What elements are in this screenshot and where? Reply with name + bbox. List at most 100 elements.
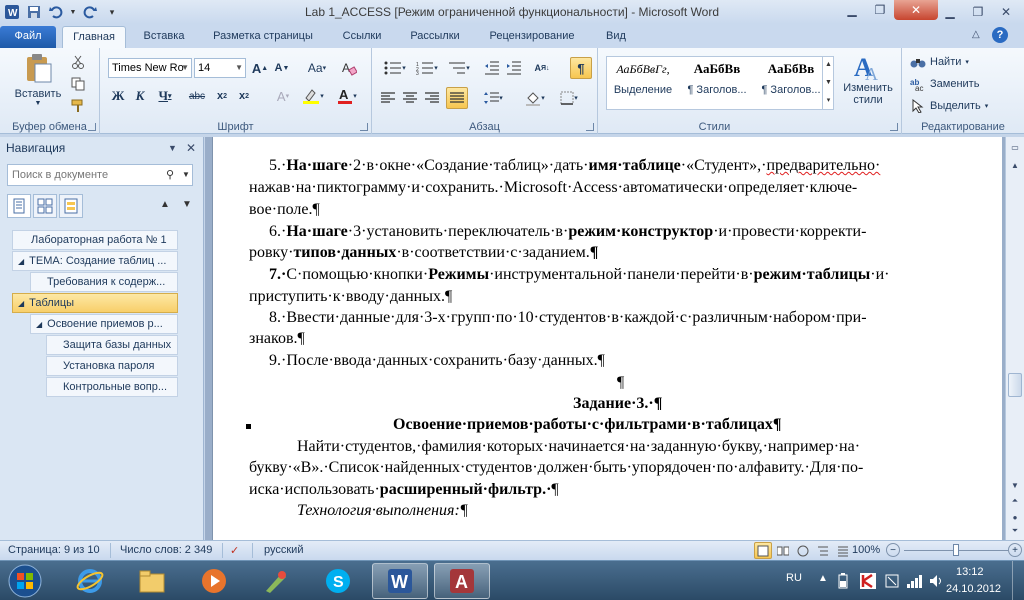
- justify-button[interactable]: [446, 87, 468, 109]
- outline-view-icon[interactable]: [814, 542, 832, 559]
- select-button[interactable]: Выделить ▾: [910, 96, 996, 116]
- minimize-ribbon-icon[interactable]: △: [972, 29, 980, 40]
- doc-close-icon[interactable]: ✕: [992, 2, 1020, 22]
- numbering-button[interactable]: 1 2 3 ▾: [412, 58, 442, 78]
- skype-icon[interactable]: S: [310, 563, 366, 599]
- nav-item-lab1[interactable]: Лабораторная работа № 1: [12, 230, 178, 250]
- ruler-toggle-icon[interactable]: ▭: [1007, 139, 1023, 155]
- minimize-icon[interactable]: ▁: [838, 0, 866, 20]
- tab-home[interactable]: Главная: [62, 26, 126, 48]
- grow-font-button[interactable]: A ▲: [250, 58, 270, 78]
- increase-indent-icon[interactable]: [504, 58, 524, 78]
- paint-app-icon[interactable]: [248, 563, 304, 599]
- save-icon[interactable]: [24, 2, 44, 22]
- align-right-icon[interactable]: [422, 88, 442, 108]
- redo-icon[interactable]: [80, 2, 100, 22]
- style-heading-2[interactable]: АаБбВв ¶ Заголов...: [756, 54, 826, 112]
- customize-qat-icon[interactable]: ▾: [102, 2, 122, 22]
- help-icon[interactable]: ?: [992, 27, 1008, 43]
- text-effects-button[interactable]: A ▾: [270, 86, 296, 106]
- font-launcher-icon[interactable]: [360, 123, 368, 131]
- align-left-icon[interactable]: [378, 88, 398, 108]
- proofing-icon[interactable]: ✓: [230, 544, 239, 557]
- nav-item-questions[interactable]: Контрольные вопр...: [46, 377, 178, 397]
- strikethrough-button[interactable]: abc: [184, 86, 210, 106]
- font-color-button[interactable]: A ▾: [332, 86, 362, 106]
- antivirus-icon[interactable]: [860, 573, 876, 600]
- word-taskbar-icon[interactable]: W: [372, 563, 428, 599]
- zoom-out-icon[interactable]: −: [886, 543, 900, 557]
- clear-formatting-icon[interactable]: A: [338, 58, 360, 78]
- tab-page-layout[interactable]: Разметка страницы: [202, 26, 324, 48]
- next-heading-icon[interactable]: ▼: [182, 199, 192, 210]
- font-name-combo[interactable]: Times New Ro ▼: [108, 58, 192, 78]
- format-painter-icon[interactable]: [68, 96, 88, 116]
- language[interactable]: русский: [264, 544, 303, 556]
- headings-view-icon[interactable]: [7, 194, 31, 218]
- bold-button[interactable]: Ж: [108, 86, 128, 106]
- internet-explorer-icon[interactable]: [62, 563, 118, 599]
- borders-button[interactable]: ▾: [554, 88, 584, 108]
- close-pane-icon[interactable]: ✕: [186, 137, 196, 159]
- file-explorer-icon[interactable]: [124, 563, 180, 599]
- volume-icon[interactable]: [928, 573, 944, 600]
- cut-icon[interactable]: [68, 52, 88, 72]
- pages-view-icon[interactable]: [33, 194, 57, 218]
- clock-date[interactable]: 24.10.2012: [946, 583, 1001, 600]
- tab-view[interactable]: Вид: [594, 26, 638, 48]
- align-center-icon[interactable]: [400, 88, 420, 108]
- undo-dropdown-icon[interactable]: ▼: [68, 2, 78, 22]
- close-icon[interactable]: ✕: [894, 0, 938, 20]
- tab-references[interactable]: Ссылки: [332, 26, 392, 48]
- sort-icon[interactable]: А Я↓: [532, 58, 552, 78]
- doc-restore-icon[interactable]: ❐: [964, 2, 992, 22]
- search-dropdown-icon[interactable]: ▼: [182, 165, 190, 185]
- shrink-font-button[interactable]: A ▼: [272, 58, 292, 78]
- document-page[interactable]: 5.·На·шаге·2·в·окне·«Создание·таблиц»·да…: [212, 137, 1002, 540]
- show-hidden-icons[interactable]: ▲: [818, 573, 828, 600]
- zoom-level[interactable]: 100%: [852, 544, 880, 556]
- nav-item-password[interactable]: Установка пароля: [46, 356, 178, 376]
- style-heading-1[interactable]: АаБбВв ¶ Заголов...: [682, 54, 752, 112]
- tab-insert[interactable]: Вставка: [134, 26, 194, 48]
- paste-button[interactable]: Вставить ▼: [12, 52, 64, 114]
- styles-scroll-icon[interactable]: ▲ ▼ ▾: [822, 56, 834, 110]
- show-desktop-button[interactable]: [1012, 561, 1024, 600]
- styles-launcher-icon[interactable]: [890, 123, 898, 131]
- clipboard-launcher-icon[interactable]: [88, 123, 96, 131]
- scroll-up-icon[interactable]: ▲: [1007, 157, 1023, 173]
- multilevel-list-button[interactable]: ▾: [444, 58, 474, 78]
- network-icon[interactable]: [906, 573, 922, 600]
- start-button[interactable]: [2, 563, 48, 599]
- nav-item-mastering[interactable]: ◢ Освоение приемов р...: [30, 314, 178, 334]
- page-count[interactable]: Страница: 9 из 10: [8, 544, 100, 556]
- tab-review[interactable]: Рецензирование: [478, 26, 586, 48]
- full-screen-reading-icon[interactable]: [774, 542, 792, 559]
- draft-view-icon[interactable]: [834, 542, 852, 559]
- line-spacing-button[interactable]: ▾: [478, 88, 508, 108]
- next-page-icon[interactable]: ⏷: [1007, 523, 1023, 539]
- nav-item-requirements[interactable]: Требования к содерж...: [30, 272, 178, 292]
- highlight-color-button[interactable]: ▾: [298, 86, 328, 106]
- copy-icon[interactable]: [68, 74, 88, 94]
- web-layout-icon[interactable]: [794, 542, 812, 559]
- underline-button[interactable]: Ч ▾: [152, 86, 178, 106]
- scroll-down-icon[interactable]: ▼: [1007, 477, 1023, 493]
- nav-item-topic[interactable]: ◢ ТЕМА: Создание таблиц ...: [12, 251, 178, 271]
- print-layout-icon[interactable]: [754, 542, 772, 559]
- tab-mailings[interactable]: Рассылки: [400, 26, 470, 48]
- zoom-slider-thumb[interactable]: [953, 544, 959, 556]
- vertical-scrollbar[interactable]: ▭ ▲ ▼ ⏶ ● ⏷: [1005, 137, 1024, 540]
- expanded-triangle-icon[interactable]: ◢: [36, 320, 42, 329]
- expanded-triangle-icon[interactable]: ◢: [18, 257, 24, 266]
- italic-button[interactable]: К: [130, 86, 150, 106]
- access-taskbar-icon[interactable]: A: [434, 563, 490, 599]
- change-case-button[interactable]: Aa ▾: [304, 58, 330, 78]
- superscript-button[interactable]: x2: [234, 86, 254, 106]
- font-size-combo[interactable]: 14 ▼: [194, 58, 246, 78]
- undo-icon[interactable]: [46, 2, 66, 22]
- scroll-thumb[interactable]: [1008, 373, 1022, 397]
- search-icon[interactable]: ⚲: [166, 165, 174, 185]
- word-count[interactable]: Число слов: 2 349: [120, 544, 212, 556]
- find-button[interactable]: Найти ▾: [910, 52, 996, 72]
